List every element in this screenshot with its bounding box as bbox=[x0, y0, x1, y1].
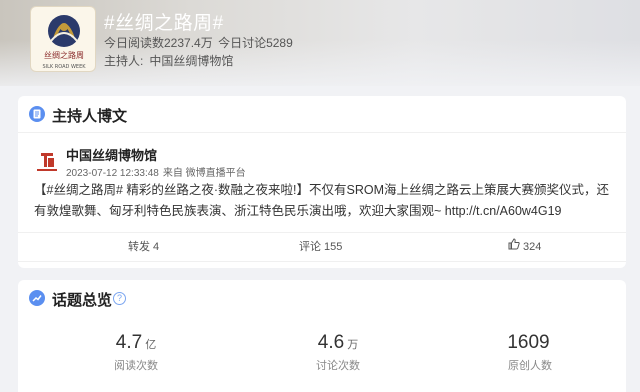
topic-stats: 今日阅读数2237.4万 今日讨论5289 bbox=[104, 34, 293, 51]
topic-logo: 丝绸之路周 SILK ROAD WEEK bbox=[30, 6, 96, 72]
post-source: 来自 微博直播平台 bbox=[162, 168, 246, 179]
svg-text:丝绸之路周: 丝绸之路周 bbox=[44, 50, 84, 60]
host-post-header: 主持人博文 bbox=[18, 96, 626, 133]
like-count: 324 bbox=[523, 241, 542, 253]
discussions-count: 今日讨论5289 bbox=[218, 36, 293, 50]
topic-title: #丝绸之路周# bbox=[104, 13, 224, 34]
header-fade bbox=[0, 40, 640, 86]
section-title: 主持人博文 bbox=[52, 108, 128, 125]
like-button[interactable]: 324 bbox=[508, 233, 541, 261]
topic-host: 主持人: 中国丝绸博物馆 bbox=[104, 52, 233, 69]
stat-value: 4.6 bbox=[317, 332, 345, 353]
overview-header: 话题总览 ? bbox=[18, 280, 626, 316]
host-post-card: 主持人博文 中国丝绸博物馆 2023-07-12 12:33:48 来自 微博直播… bbox=[18, 96, 626, 268]
topic-overview-card: 话题总览 ? 4.7 亿 阅读次数 4.6 万 讨论次数 1609 原创人数 bbox=[18, 280, 626, 392]
section-title: 话题总览 bbox=[52, 292, 113, 309]
stat-label: 讨论次数 bbox=[316, 360, 360, 372]
post-timestamp[interactable]: 2023-07-12 12:33:48 bbox=[66, 168, 159, 179]
document-icon bbox=[29, 106, 45, 122]
silk-road-logo-icon: 丝绸之路周 SILK ROAD WEEK bbox=[42, 15, 86, 70]
stat-unit: 万 bbox=[347, 339, 359, 351]
stat-label: 原创人数 bbox=[508, 360, 552, 372]
stat-original-authors: 1609 原创人数 bbox=[460, 332, 600, 373]
stat-discussions: 4.6 万 讨论次数 bbox=[268, 332, 408, 373]
stat-unit: 亿 bbox=[145, 339, 157, 351]
post-meta: 2023-07-12 12:33:48 来自 微博直播平台 bbox=[66, 164, 246, 179]
stat-reads: 4.7 亿 阅读次数 bbox=[66, 332, 206, 373]
post-text[interactable]: 【#丝绸之路周# 精彩的丝路之夜·数融之夜来啦!】不仅有SROM海上丝绸之路云上… bbox=[34, 180, 618, 222]
host-name-link[interactable]: 中国丝绸博物馆 bbox=[149, 54, 233, 68]
stat-value: 1609 bbox=[507, 332, 550, 353]
post-actions: 转发 4 评论 155 324 bbox=[18, 232, 626, 262]
help-icon[interactable]: ? bbox=[113, 292, 126, 305]
thumbs-up-icon bbox=[508, 233, 520, 261]
repost-button[interactable]: 转发 4 bbox=[128, 233, 159, 261]
stat-label: 阅读次数 bbox=[114, 360, 158, 372]
stat-value: 4.7 bbox=[115, 332, 143, 353]
comment-button[interactable]: 评论 155 bbox=[299, 233, 342, 261]
reads-count: 今日阅读数2237.4万 bbox=[104, 36, 213, 50]
host-label: 主持人: bbox=[104, 54, 144, 68]
chart-icon bbox=[29, 290, 45, 306]
avatar[interactable] bbox=[34, 147, 60, 173]
svg-text:SILK ROAD WEEK: SILK ROAD WEEK bbox=[42, 64, 86, 70]
post-author-link[interactable]: 中国丝绸博物馆 bbox=[66, 145, 157, 164]
